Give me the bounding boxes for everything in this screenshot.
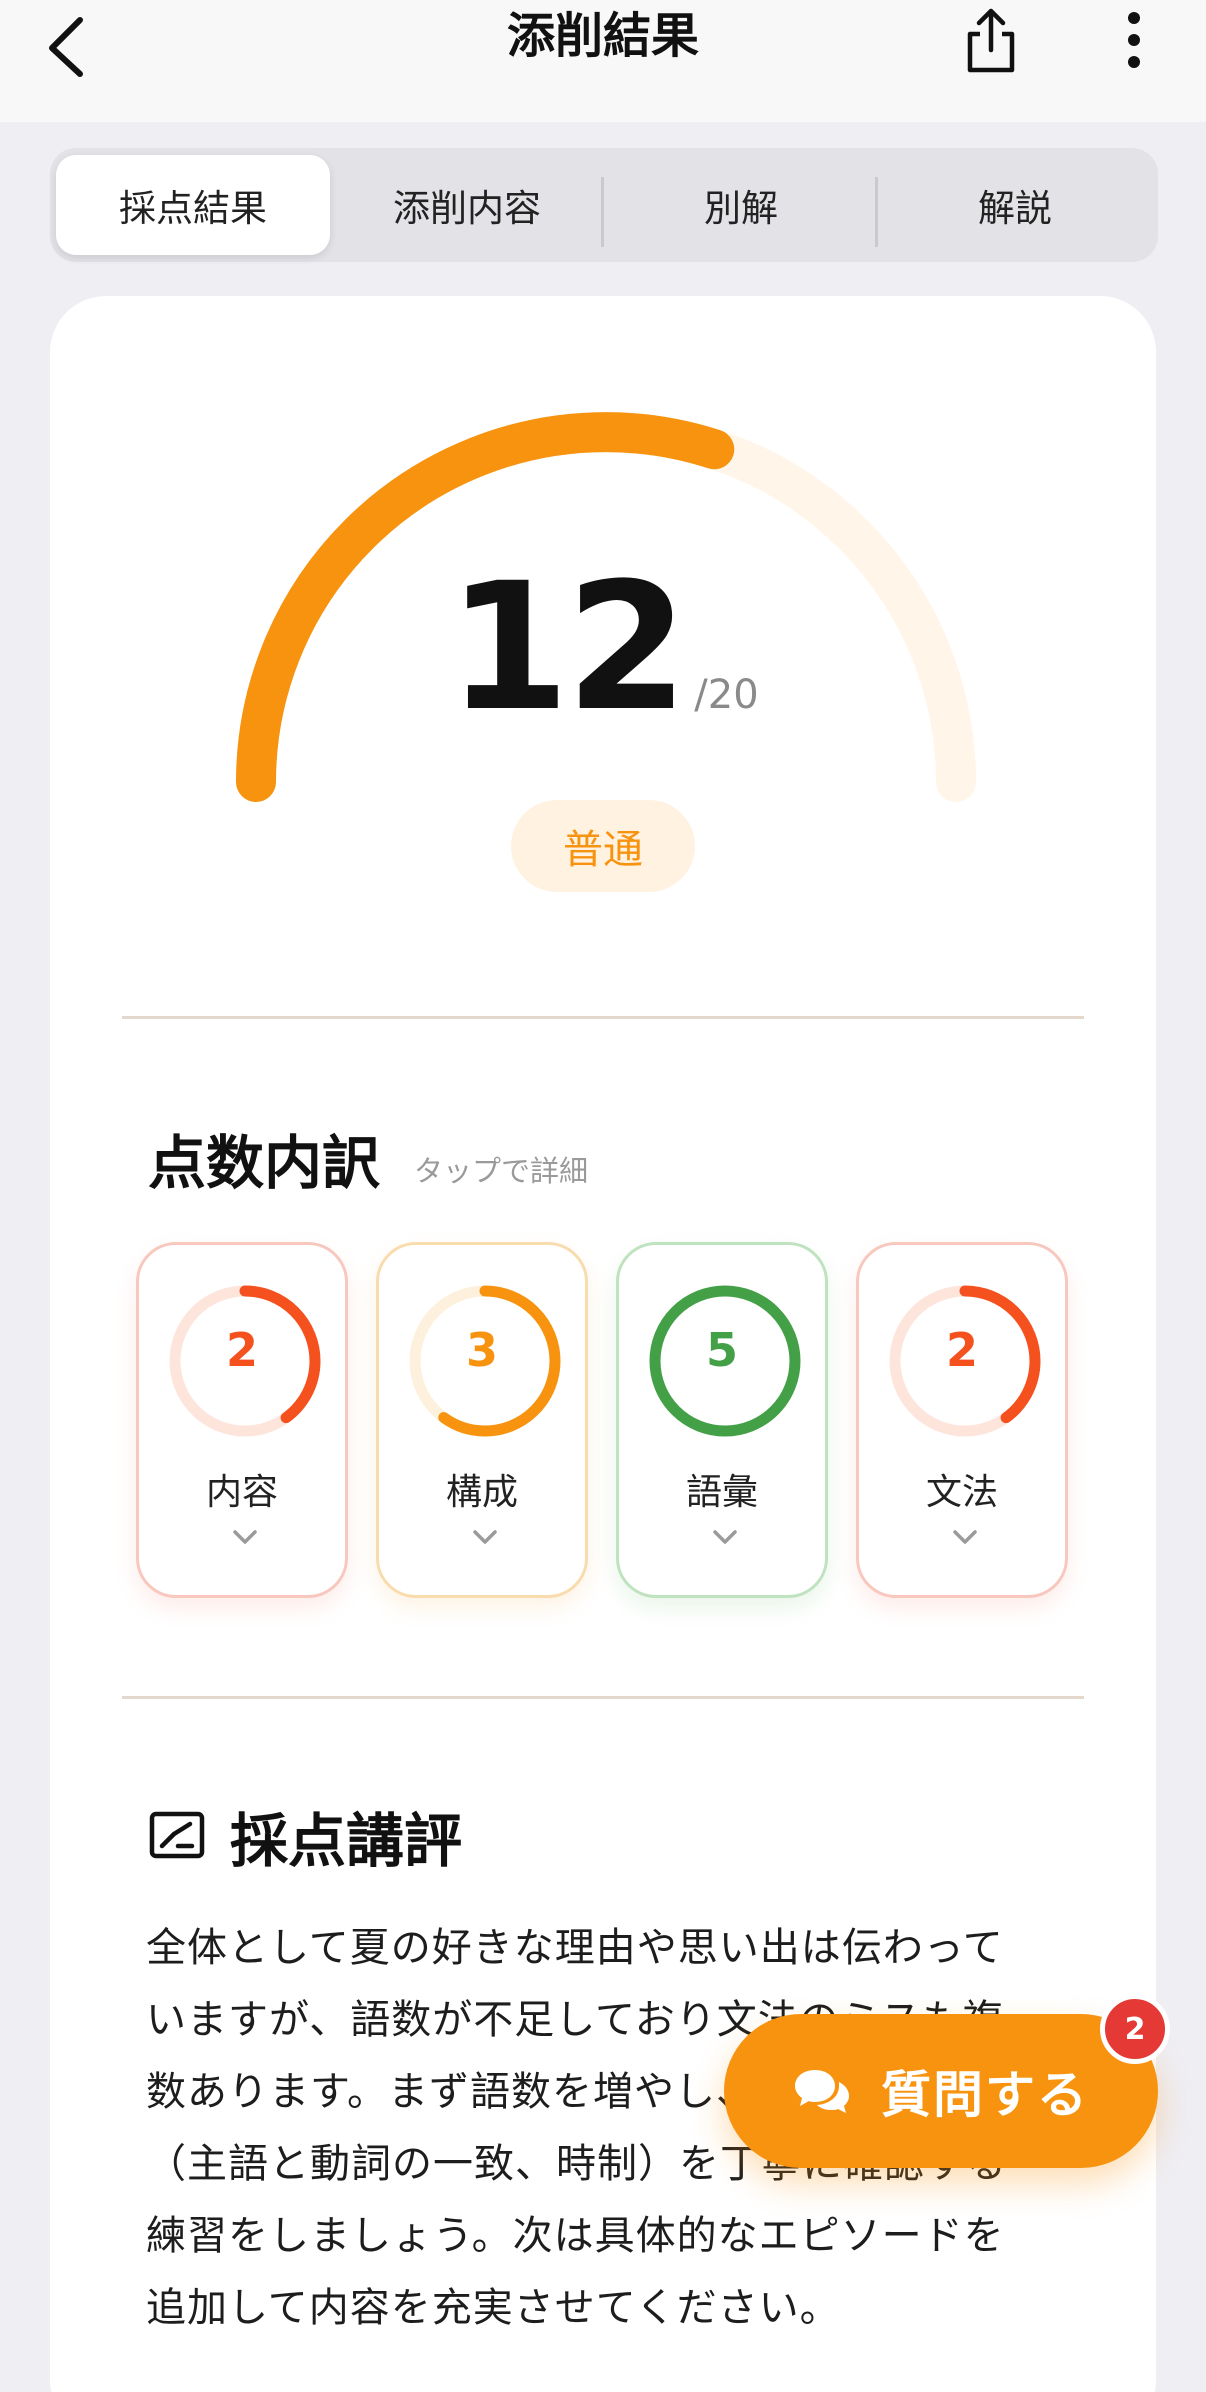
section-divider (122, 1696, 1084, 1699)
breakdown-hint: タップで詳細 (414, 1154, 589, 1188)
breakdown-title: 点数内訳 (148, 1129, 381, 1197)
more-options-button[interactable] (1112, 10, 1156, 70)
item-score: 3 (465, 1323, 498, 1377)
notification-badge: 2 (1100, 1994, 1170, 2064)
score-breakdown: 2 内容 3 構成 5 語彙 2 文法 (136, 1242, 1072, 1598)
section-divider (122, 1016, 1084, 1019)
ask-button-label: 質問する (881, 2066, 1089, 2124)
page-title: 添削結果 (506, 8, 699, 64)
item-label: 内容 (205, 1472, 278, 1513)
share-button[interactable] (962, 6, 1020, 76)
tab-score-result[interactable]: 採点結果 (56, 155, 330, 255)
breakdown-item-grammar[interactable]: 2 文法 (856, 1242, 1068, 1598)
breakdown-item-content[interactable]: 2 内容 (136, 1242, 348, 1598)
item-score: 5 (705, 1323, 738, 1377)
tab-label: 解説 (978, 187, 1052, 230)
chevron-down-icon (233, 1530, 257, 1544)
tab-label: 添削内容 (393, 187, 541, 230)
score-value: 12 (447, 545, 688, 750)
chevron-down-icon (473, 1530, 497, 1544)
edit-comment-icon (149, 1811, 205, 1859)
item-score: 2 (945, 1323, 978, 1377)
share-icon (967, 8, 1015, 73)
breakdown-item-vocabulary[interactable]: 5 語彙 (616, 1242, 828, 1598)
tab-correction[interactable]: 添削内容 (330, 155, 604, 255)
chevron-down-icon (713, 1530, 737, 1544)
ask-question-button[interactable]: 質問する (724, 2014, 1158, 2168)
tab-explanation[interactable]: 解説 (878, 155, 1152, 255)
item-score: 2 (225, 1323, 258, 1377)
total-score: 12 /20 (50, 558, 1156, 738)
chevron-down-icon (953, 1530, 977, 1544)
score-max: /20 (694, 672, 759, 718)
item-label: 構成 (445, 1472, 518, 1513)
breakdown-item-structure[interactable]: 3 構成 (376, 1242, 588, 1598)
more-vertical-icon (1128, 12, 1140, 68)
result-tabs: 採点結果 添削内容 別解 解説 (50, 148, 1158, 262)
tab-alternative[interactable]: 別解 (604, 155, 878, 255)
level-badge: 普通 (511, 800, 695, 892)
chat-bubbles-icon (795, 2070, 849, 2113)
tab-label: 採点結果 (119, 187, 267, 230)
item-label: 文法 (925, 1472, 998, 1513)
item-label: 語彙 (685, 1472, 758, 1513)
comment-title: 採点講評 (230, 1807, 463, 1875)
top-navigation-bar: 添削結果 (0, 0, 1206, 122)
tab-label: 別解 (704, 187, 778, 230)
